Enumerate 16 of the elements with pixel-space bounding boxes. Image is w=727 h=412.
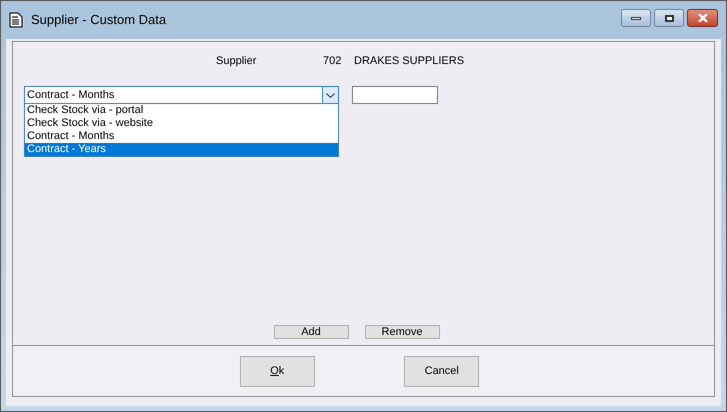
close-button[interactable]: [687, 9, 718, 27]
remove-button[interactable]: Remove: [364, 325, 440, 339]
maximize-button[interactable]: [654, 9, 684, 27]
cancel-button[interactable]: Cancel: [404, 356, 480, 386]
close-icon: [698, 14, 708, 22]
document-icon: [9, 12, 23, 28]
supplier-label: Supplier: [216, 54, 258, 69]
add-button[interactable]: Add: [274, 325, 348, 339]
field-dropdown[interactable]: Contract - Months: [24, 86, 339, 104]
ok-button[interactable]: Ok: [240, 356, 315, 386]
dropdown-option[interactable]: Contract - Years: [25, 143, 338, 156]
window-title: Supplier - Custom Data: [31, 11, 168, 30]
value-field[interactable]: [352, 86, 438, 104]
supplier-number: 702: [323, 54, 342, 69]
supplier-name: DRAKES SUPPLIERS: [354, 54, 464, 69]
minimize-button[interactable]: [621, 9, 651, 27]
